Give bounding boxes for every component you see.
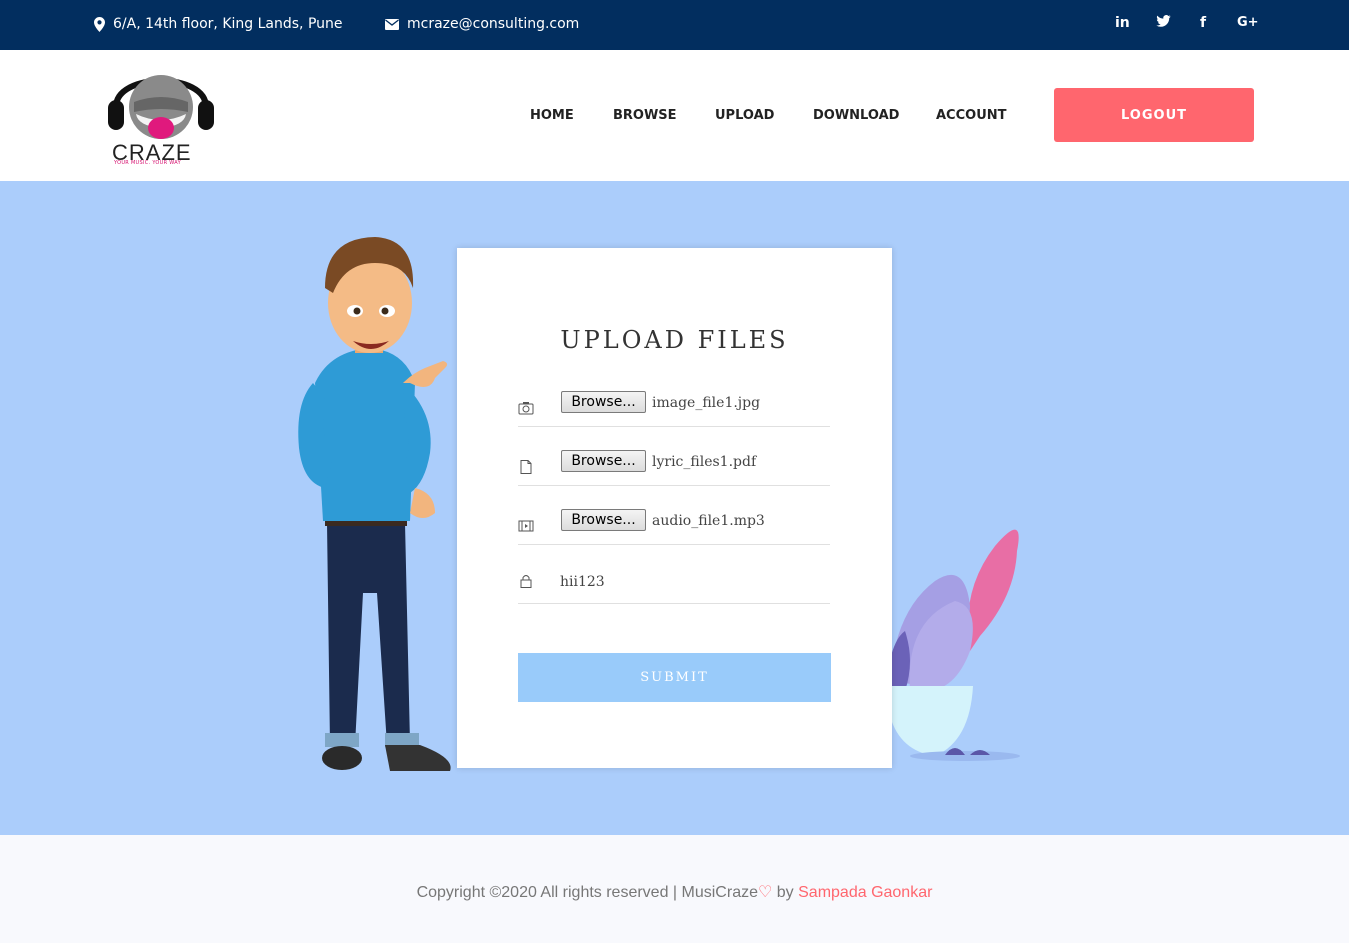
submit-button[interactable]: SUBMIT [518,653,831,702]
envelope-icon [385,18,399,30]
nav-browse[interactable]: BROWSE [613,108,677,123]
site-header: CRAZE YOUR MUSIC. YOUR WAY HOME BROWSE U… [0,50,1349,181]
image-file-name: image_file1.jpg [652,395,761,411]
top-info-bar: 6/A, 14th floor, King Lands, Pune mcraze… [0,0,1349,50]
image-file-row: Browse... image_file1.jpg [518,385,830,427]
plant-illustration [885,529,1020,761]
upload-title: UPLOAD FILES [560,326,789,354]
author-link[interactable]: Sampada Gaonkar [798,884,932,901]
password-row: hii123 [518,562,830,604]
heart-icon: ♡ [757,884,773,901]
audio-file-row: Browse... audio_file1.mp3 [518,503,830,545]
nav-home[interactable]: HOME [530,108,574,123]
email-info[interactable]: mcraze@consulting.com [385,16,579,32]
lyric-file-row: Browse... lyric_files1.pdf [518,444,830,486]
craze-logo[interactable]: CRAZE YOUR MUSIC. YOUR WAY [106,62,216,168]
email-text[interactable]: mcraze@consulting.com [407,16,579,32]
logo-tagline: YOUR MUSIC. YOUR WAY [114,160,181,166]
location-pin-icon [94,16,105,32]
linkedin-icon[interactable]: in [1115,15,1130,31]
facebook-icon[interactable]: f [1200,15,1206,31]
twitter-icon[interactable] [1156,15,1171,31]
site-footer: Copyright ©2020 All rights reserved | Mu… [0,835,1349,943]
film-icon [518,520,534,532]
lock-icon [520,575,532,588]
copyright-label: Copyright ©2020 All rights reserved | Mu… [416,884,758,901]
logout-button[interactable]: LOGOUT [1054,88,1254,142]
nav-account[interactable]: ACCOUNT [936,108,1007,123]
audio-file-input[interactable]: Browse... [561,509,646,531]
copyright-text: Copyright ©2020 All rights reserved | Mu… [0,882,1349,902]
audio-file-name: audio_file1.mp3 [652,513,765,529]
cartoon-man-illustration [298,237,451,771]
lyric-file-name: lyric_files1.pdf [652,454,757,470]
by-label: by [772,884,799,901]
nav-download[interactable]: DOWNLOAD [813,108,899,123]
nav-upload[interactable]: UPLOAD [715,108,774,123]
address-text: 6/A, 14th floor, King Lands, Pune [113,16,343,32]
upload-card: UPLOAD FILES Browse... image_file1.jpg B… [457,248,892,768]
password-field[interactable]: hii123 [560,574,605,590]
headphones-logo-icon [108,75,214,139]
google-plus-icon[interactable]: G+ [1237,15,1259,30]
document-icon [520,460,532,474]
image-file-input[interactable]: Browse... [561,391,646,413]
camera-icon [518,402,534,415]
address-info: 6/A, 14th floor, King Lands, Pune [94,16,343,32]
upload-section: UPLOAD FILES Browse... image_file1.jpg B… [0,181,1349,835]
lyric-file-input[interactable]: Browse... [561,450,646,472]
